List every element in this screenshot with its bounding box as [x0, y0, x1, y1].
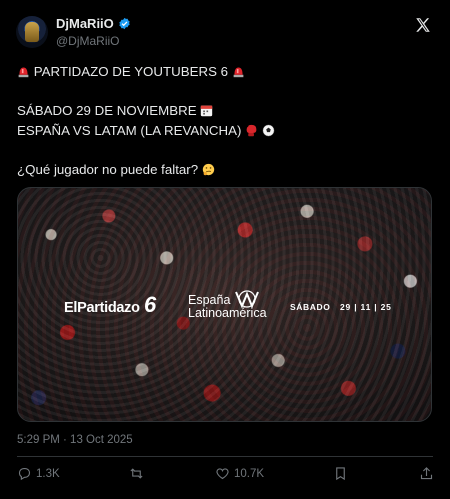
- share-icon: [420, 467, 433, 480]
- tweet-timestamp[interactable]: 5:29 PM · 13 Oct 2025: [17, 434, 133, 446]
- x-logo-icon[interactable]: [414, 16, 432, 34]
- tweet-line-4: ¿Qué jugador no puede faltar?: [17, 161, 199, 177]
- display-name[interactable]: DjMaRiiO: [56, 16, 114, 31]
- soccer-ball-emoji-icon: [262, 124, 275, 136]
- heart-icon: [216, 468, 229, 480]
- tweet-media-image[interactable]: ElPartidazo 6 España Latinoamérica SÁBAD…: [17, 187, 432, 422]
- tweet-line-2: SÁBADO 29 DE NOVIEMBRE: [17, 103, 197, 118]
- tweet-header: DjMaRiiO @DjMaRiiO: [16, 14, 436, 54]
- siren-emoji-icon: [18, 67, 29, 78]
- author-block: DjMaRiiO @DjMaRiiO: [56, 16, 131, 48]
- reply-button[interactable]: 1.3K: [17, 466, 60, 481]
- calendar-emoji-icon: [201, 105, 213, 117]
- event-date: 29 | 11 | 25: [340, 302, 392, 312]
- tweet-card: DjMaRiiO @DjMaRiiO PARTIDAZO DE YOUTUBER…: [0, 0, 450, 499]
- vs-emblem-icon: [235, 290, 259, 309]
- share-button[interactable]: [419, 466, 434, 481]
- like-count: 10.7K: [234, 467, 265, 480]
- bookmark-button[interactable]: [333, 466, 348, 481]
- repost-button[interactable]: [129, 466, 144, 481]
- reply-icon: [18, 467, 31, 481]
- boxing-glove-emoji-icon: [246, 124, 257, 136]
- divider: [17, 456, 433, 457]
- repost-icon: [130, 468, 143, 479]
- siren-emoji-icon: [233, 67, 244, 78]
- bookmark-icon: [336, 467, 345, 481]
- avatar[interactable]: [16, 16, 48, 48]
- brand-logo-number: 6: [144, 292, 157, 317]
- verified-badge-icon: [119, 17, 130, 30]
- reply-count: 1.3K: [36, 467, 60, 480]
- thinking-face-emoji-icon: [202, 163, 215, 175]
- tweet-text: PARTIDAZO DE YOUTUBERS 6 SÁBADO 29 DE NO…: [17, 62, 437, 179]
- action-bar: 1.3K 10.7K: [17, 463, 433, 489]
- like-button[interactable]: 10.7K: [215, 466, 264, 481]
- event-day: SÁBADO: [290, 302, 331, 312]
- brand-logo-text: ElPartidazo: [64, 300, 140, 316]
- tweet-line-3: ESPAÑA VS LATAM (LA REVANCHA): [17, 122, 242, 138]
- event-banner: ElPartidazo 6 España Latinoamérica SÁBAD…: [18, 290, 431, 326]
- author-handle[interactable]: @DjMaRiiO: [56, 34, 131, 48]
- tweet-line-1: PARTIDAZO DE YOUTUBERS 6: [33, 64, 229, 79]
